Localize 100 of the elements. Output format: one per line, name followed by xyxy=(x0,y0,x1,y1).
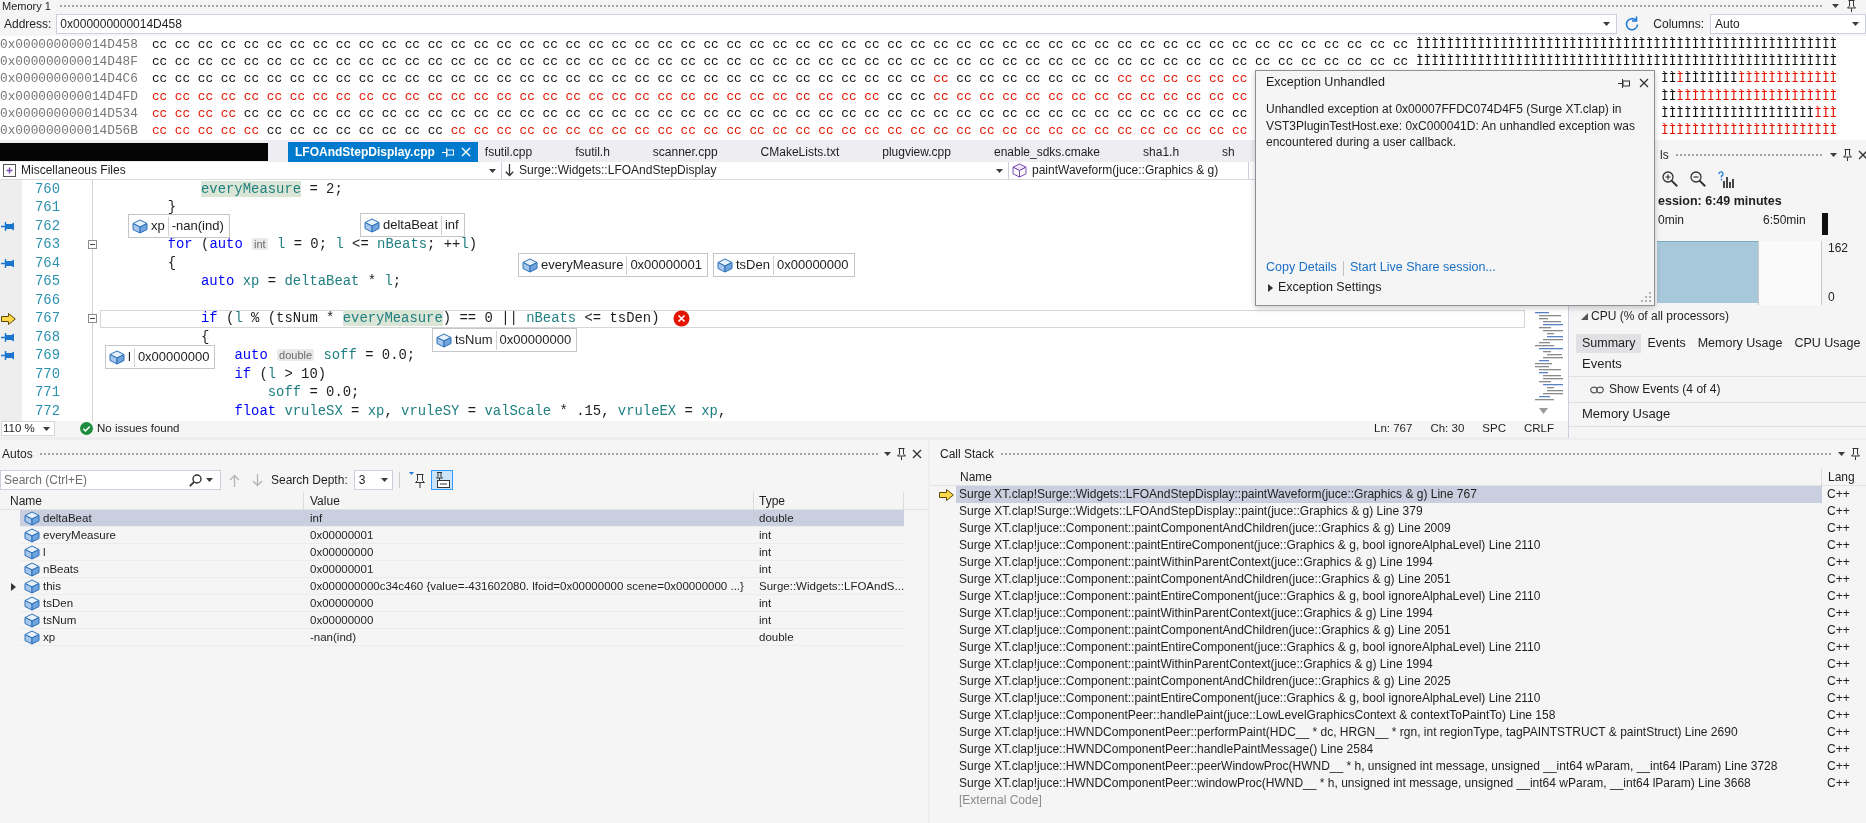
document-tab[interactable]: fsutil.h xyxy=(568,142,646,162)
section-toggle[interactable]: CPU (% of all processors) xyxy=(1569,308,1730,324)
search-icon[interactable] xyxy=(189,473,202,487)
stack-frame[interactable]: Surge XT.clap!juce::Component::paintComponentAndChildren(juce::Graphics & g) Line 2051 xyxy=(959,572,1451,587)
scope-dropdown[interactable]: Surge::Widgets::LFOAndStepDisplay xyxy=(502,162,1009,179)
collapse-icon[interactable] xyxy=(88,240,97,250)
close-icon[interactable] xyxy=(1858,150,1866,160)
project-dropdown[interactable]: Miscellaneous Files xyxy=(0,162,502,179)
stack-frame[interactable]: Surge XT.clap!juce::HWNDComponentPeer::handlePaintMessage() Line 2584 xyxy=(959,742,1374,757)
document-tab[interactable]: enable_sdks.cmake xyxy=(986,142,1137,162)
frame-language: C++ xyxy=(1827,742,1850,757)
show-events-link[interactable]: Show Events (4 of 4) xyxy=(1609,382,1721,397)
caret-icon[interactable] xyxy=(1603,22,1611,26)
stack-frame[interactable]: Surge XT.clap!juce::Component::paintComponentAndChildren(juce::Graphics & g) Line 2009 xyxy=(959,521,1451,536)
variable-name: xp xyxy=(43,629,56,645)
memory-address: 0x000000000014D458 xyxy=(0,36,138,54)
stack-frame[interactable]: Surge XT.clap!juce::Component::paintWithinParentContext(juce::Graphics & g) Line 1994 xyxy=(959,657,1433,672)
stack-frame[interactable]: Surge XT.clap!juce::Component::paintWithinParentContext(juce::Graphics & g) Line 1994 xyxy=(959,606,1433,621)
caret-icon[interactable] xyxy=(884,452,891,456)
variable-value: 0x00000001 xyxy=(310,562,374,575)
caret-icon[interactable] xyxy=(206,478,213,482)
column-header[interactable]: Lang xyxy=(1822,468,1855,485)
pin-icon[interactable] xyxy=(897,448,906,460)
datatip[interactable]: xp -nan(ind) xyxy=(128,214,230,238)
search-depth-dropdown[interactable]: 3 xyxy=(353,470,393,490)
stack-frame[interactable]: Surge XT.clap!juce::HWNDComponentPeer::windowProc(HWND__ * h, unsigned int message, unsigned __int64 wParam, __int64 lParam) Line 3668 xyxy=(959,776,1751,791)
caret-icon[interactable] xyxy=(43,426,50,431)
refresh-icon[interactable] xyxy=(1624,16,1641,32)
tab[interactable]: Summary xyxy=(1576,334,1642,353)
pin-icon[interactable] xyxy=(1843,149,1853,161)
columns-dropdown[interactable]: Auto xyxy=(1710,14,1866,34)
datatip[interactable]: tsDen 0x00000000 xyxy=(713,253,855,277)
memory-bytes: cc cc cc cc cc cc cc cc xyxy=(266,122,443,138)
stack-frame[interactable]: Surge XT.clap!juce::HWNDComponentPeer::peerWindowProc(HWND__ * h, unsigned int message, unsigned __int64 wParam, __int64 lParam) Line 3728 xyxy=(959,759,1778,774)
pin-icon[interactable] xyxy=(1847,0,1856,12)
stack-frame[interactable]: Surge XT.clap!juce::Component::paintEntireComponent(juce::Graphics & g, bool ignoreAlphaLevel) Line 2110 xyxy=(959,589,1541,604)
datatip[interactable]: tsNum 0x00000000 xyxy=(432,328,578,352)
popup-link[interactable]: Copy Details xyxy=(1266,260,1337,276)
tab[interactable]: CPU Usage xyxy=(1788,334,1866,353)
chart-icon[interactable] xyxy=(1718,170,1734,188)
variable-name: everyMeasure xyxy=(43,527,116,543)
variable-name: nBeats xyxy=(43,561,79,577)
stack-frame[interactable]: Surge XT.clap!juce::Component::paintComponentAndChildren(juce::Graphics & g) Line 2051 xyxy=(959,623,1451,638)
scroll-down-icon[interactable] xyxy=(1539,408,1548,414)
caret-icon[interactable] xyxy=(996,168,1003,173)
datatip[interactable]: l 0x00000000 xyxy=(105,345,216,369)
exception-settings-toggle[interactable]: Exception Settings xyxy=(1268,277,1382,299)
stack-frame[interactable]: Surge XT.clap!juce::Component::paintEntireComponent(juce::Graphics & g, bool ignoreAlphaLevel) Line 2110 xyxy=(959,640,1541,655)
pin-icon[interactable] xyxy=(1618,78,1630,88)
minimap-drawing[interactable] xyxy=(1533,311,1563,402)
document-tab[interactable]: plugview.cpp xyxy=(875,142,987,162)
caret-icon[interactable] xyxy=(380,478,388,482)
range-marker[interactable] xyxy=(1822,213,1828,235)
selected-row-highlight[interactable]: Surge XT.clap!Surge::Widgets::LFOAndStepDisplay::paintWaveform(juce::Graphics & g) Line 767 xyxy=(956,486,1822,503)
popup-link[interactable]: Start Live Share session... xyxy=(1349,260,1496,276)
frame-language: C++ xyxy=(1827,538,1850,553)
caret-icon[interactable] xyxy=(1832,4,1839,8)
stack-frame[interactable]: Surge XT.clap!juce::HWNDComponentPeer::performPaint(HDC__ * dc, HRGN__ * rgn, int regionType, tagPAINTSTRUCT & paintStruct) Line 2690 xyxy=(959,725,1738,740)
arrow-down-icon xyxy=(505,164,514,177)
document-tab[interactable]: fsutil.cpp xyxy=(477,142,569,162)
variable-name: tsDen xyxy=(43,595,74,611)
document-tab[interactable]: scanner.cpp xyxy=(645,142,754,162)
tab[interactable]: Memory Usage xyxy=(1691,334,1789,353)
caret-icon[interactable] xyxy=(1852,22,1859,26)
zoom-dropdown[interactable]: 110 % xyxy=(1,421,55,436)
display-toggle[interactable] xyxy=(430,470,453,490)
pin-icon[interactable] xyxy=(408,472,425,488)
stack-frame[interactable]: Surge XT.clap!juce::Component::paintEntireComponent(juce::Graphics & g, bool ignoreAlphaLevel) Line 2110 xyxy=(959,691,1541,706)
close-icon[interactable] xyxy=(912,449,922,459)
zoom-in-icon[interactable] xyxy=(1662,171,1678,187)
tab[interactable]: Events xyxy=(1641,334,1692,353)
caret-icon[interactable] xyxy=(1830,153,1838,157)
stack-frame[interactable]: Surge XT.clap!Surge::Widgets::LFOAndStepDisplay::paintWaveform(juce::Graphics & g) Line 767 xyxy=(959,487,1477,502)
stack-frame[interactable]: Surge XT.clap!juce::Component::paintWithinParentContext(juce::Graphics & g) Line 1994 xyxy=(959,555,1433,570)
triangle-icon xyxy=(1581,312,1588,320)
datatip[interactable]: deltaBeat inf xyxy=(360,213,465,237)
search-field[interactable]: Search (Ctrl+E) xyxy=(0,470,221,490)
stack-frame[interactable]: Surge XT.clap!juce::ComponentPeer::handlePaint(juce::LowLevelGraphicsContext & contextToPaintTo) Line 158 xyxy=(959,708,1556,723)
datatip-name: everyMeasure xyxy=(541,256,624,274)
member-dropdown[interactable]: paintWaveform(juce::Graphics & g) xyxy=(1009,162,1249,179)
line-indicator: Ln: 767 xyxy=(1374,421,1413,436)
resize-grip-icon[interactable] xyxy=(1641,292,1651,302)
variable-type: int xyxy=(759,528,772,541)
stack-frame[interactable]: Surge XT.clap!Surge::Widgets::LFOAndStepDisplay::paint(juce::Graphics & g) Line 379 xyxy=(959,504,1423,519)
stack-frame[interactable]: Surge XT.clap!juce::Component::paintEntireComponent(juce::Graphics & g, bool ignoreAlphaLevel) Line 2110 xyxy=(959,538,1541,553)
close-icon[interactable] xyxy=(1639,78,1649,88)
session-duration: ession: 6:49 minutes xyxy=(1658,193,1782,210)
caret-icon[interactable] xyxy=(1838,452,1845,456)
pin-icon[interactable] xyxy=(1851,448,1860,460)
caret-icon[interactable] xyxy=(489,168,496,173)
stack-frame[interactable]: Surge XT.clap!juce::Component::paintComponentAndChildren(juce::Graphics & g) Line 2025 xyxy=(959,674,1451,689)
document-tab[interactable]: CMakeLists.txt xyxy=(753,142,876,162)
datatip[interactable]: everyMeasure 0x00000001 xyxy=(518,253,708,277)
expand-triangle-icon[interactable] xyxy=(11,582,16,591)
zoom-out-icon[interactable] xyxy=(1690,171,1706,187)
document-tab[interactable]: sha1.h xyxy=(1136,142,1216,162)
selected-row-highlight[interactable]: deltaBeat inf double xyxy=(20,510,904,527)
collapse-icon[interactable] xyxy=(88,314,97,324)
address-field[interactable]: 0x000000000014D458 xyxy=(56,14,1618,34)
issues-status[interactable]: No issues found xyxy=(97,421,180,436)
